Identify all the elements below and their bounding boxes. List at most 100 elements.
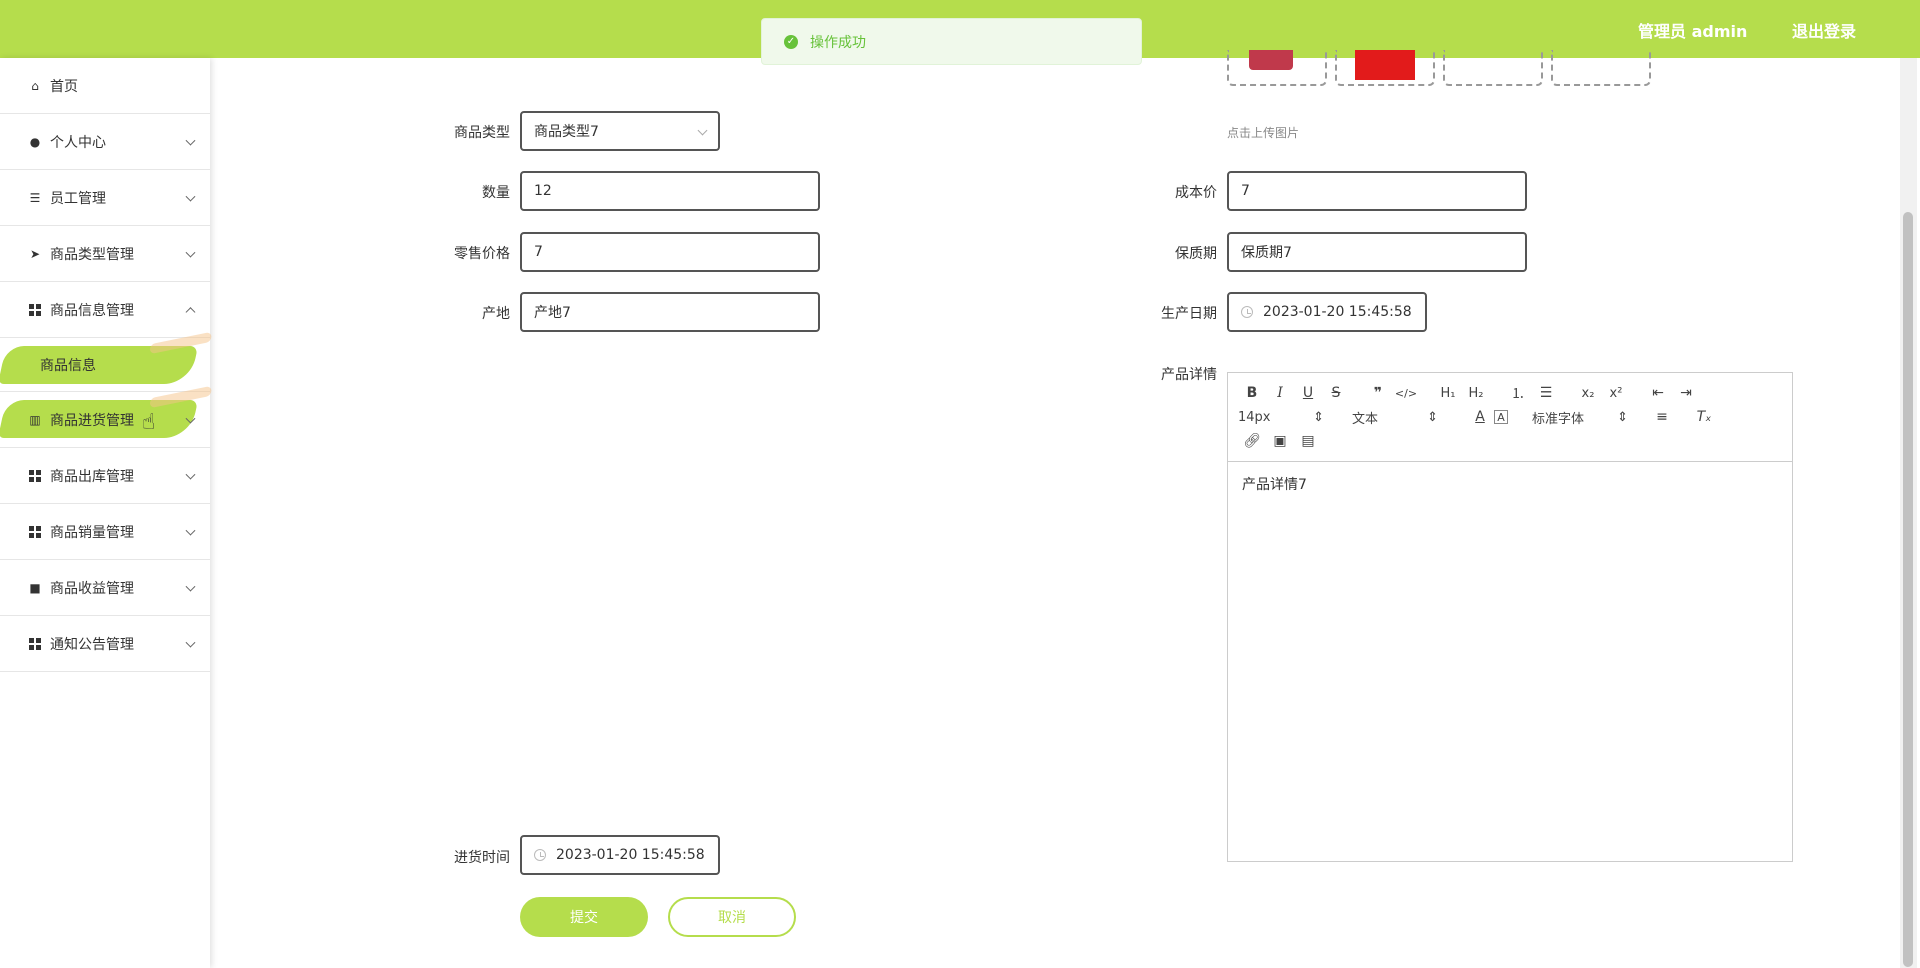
clear-format-icon[interactable]: Tₓ — [1690, 406, 1718, 428]
link-icon[interactable]: 🔗︎ — [1238, 430, 1266, 452]
origin-label: 产地 — [482, 306, 510, 322]
retail-price-input[interactable]: 7 — [520, 232, 820, 272]
background-color-icon[interactable]: A — [1494, 410, 1508, 424]
product-image-box — [1355, 50, 1415, 80]
clock-icon — [534, 849, 546, 861]
ordered-list-icon[interactable]: ⒈ — [1504, 382, 1532, 404]
shelf-life-input[interactable]: 保质期7 — [1227, 232, 1527, 272]
grid-icon — [28, 303, 42, 317]
production-date-picker[interactable]: 2023-01-20 15:45:58 — [1227, 292, 1427, 332]
bullet-list-icon[interactable]: ☰ — [1532, 382, 1560, 404]
product-image-chair — [1249, 50, 1293, 70]
sidebar-item-personal-center[interactable]: ● 个人中心 — [0, 114, 210, 170]
shelf-life-value: 保质期7 — [1241, 245, 1292, 261]
uploaded-image-4[interactable] — [1551, 50, 1651, 86]
origin-input[interactable]: 产地7 — [520, 292, 820, 332]
chevron-down-icon — [185, 581, 196, 592]
font-family-value: 标准字体 — [1532, 411, 1585, 427]
sidebar-item-notice[interactable]: 通知公告管理 — [0, 616, 210, 672]
sidebar-item-home[interactable]: ⌂ 首页 — [0, 58, 210, 114]
editor-toolbar: B I U S ❞ </> H₁ H₂ ⒈ ☰ x₂ x² ⇤ ⇥ 14px ⇕ … — [1228, 373, 1792, 462]
blockquote-icon[interactable]: ❞ — [1364, 382, 1392, 404]
sidebar-item-label: 商品进货管理 — [50, 412, 134, 429]
product-type-label: 商品类型 — [454, 125, 510, 141]
building-icon: ▥ — [29, 412, 41, 427]
sidebar-item-product-info[interactable]: 商品信息管理 — [0, 282, 210, 338]
shelf-life-label: 保质期 — [1175, 246, 1217, 262]
sidebar-item-label: 商品信息 — [40, 357, 96, 374]
heading-2-icon[interactable]: H₂ — [1462, 382, 1490, 404]
submit-button[interactable]: 提交 — [520, 897, 648, 937]
heading-1-icon[interactable]: H₁ — [1434, 382, 1462, 404]
code-block-icon[interactable]: </> — [1392, 382, 1420, 404]
sidebar-item-label: 商品类型管理 — [50, 246, 134, 263]
retail-price-label: 零售价格 — [454, 246, 510, 262]
logout-link[interactable]: 退出登录 — [1792, 18, 1856, 42]
production-date-label: 生产日期 — [1161, 306, 1217, 322]
detail-value: 产品详情7 — [1242, 477, 1307, 493]
purchase-time-label: 进货时间 — [454, 850, 510, 866]
retail-price-value: 7 — [534, 244, 543, 260]
home-icon: ⌂ — [31, 78, 39, 93]
uploaded-image-1[interactable] — [1227, 50, 1327, 86]
align-icon[interactable]: ≡ — [1648, 406, 1676, 428]
chevron-down-icon — [185, 247, 196, 258]
production-date-value: 2023-01-20 15:45:58 — [1263, 304, 1412, 320]
sidebar-item-employee[interactable]: ☰ 员工管理 — [0, 170, 210, 226]
purchase-time-value: 2023-01-20 15:45:58 — [556, 847, 705, 863]
indent-icon[interactable]: ⇥ — [1672, 382, 1700, 404]
sidebar-item-revenue[interactable]: ■ 商品收益管理 — [0, 560, 210, 616]
updown-icon: ⇕ — [1427, 409, 1438, 425]
font-size-picker[interactable]: 14px ⇕ — [1238, 410, 1324, 425]
video-icon[interactable]: ▤ — [1294, 430, 1322, 452]
sidebar-subitem-product-info[interactable]: 商品信息 — [0, 338, 210, 392]
user-icon: ● — [29, 134, 41, 149]
updown-icon: ⇕ — [1313, 409, 1324, 425]
quantity-input[interactable]: 12 — [520, 171, 820, 211]
quantity-label: 数量 — [482, 185, 510, 201]
bold-icon[interactable]: B — [1238, 382, 1266, 404]
sidebar-item-label: 个人中心 — [50, 134, 106, 151]
sidebar-item-label: 商品出库管理 — [50, 468, 134, 485]
uploaded-image-2[interactable] — [1335, 50, 1435, 86]
font-family-picker[interactable]: 标准字体 ⇕ — [1532, 408, 1628, 427]
subscript-icon[interactable]: x₂ — [1574, 382, 1602, 404]
list-icon: ☰ — [29, 190, 41, 205]
cancel-button[interactable]: 取消 — [668, 897, 796, 937]
briefcase-icon: ■ — [29, 580, 41, 595]
chevron-down-icon — [185, 191, 196, 202]
chevron-down-icon — [697, 125, 708, 136]
sidebar-item-label: 首页 — [50, 78, 78, 95]
sidebar-item-label: 商品信息管理 — [50, 302, 134, 319]
purchase-time-picker[interactable]: 2023-01-20 15:45:58 — [520, 835, 720, 875]
strike-icon[interactable]: S — [1322, 382, 1350, 404]
grid-icon — [28, 469, 42, 483]
sidebar-item-purchase[interactable]: ▥ 商品进货管理 — [0, 392, 210, 448]
sidebar-item-outbound[interactable]: 商品出库管理 — [0, 448, 210, 504]
upload-hint[interactable]: 点击上传图片 — [1227, 124, 1299, 141]
active-highlight — [0, 346, 199, 384]
text-style-value: 文本 — [1352, 411, 1379, 427]
editor-content[interactable]: 产品详情7 — [1228, 462, 1792, 506]
chevron-down-icon — [185, 469, 196, 480]
chevron-up-icon — [185, 306, 196, 317]
sidebar-item-sales[interactable]: 商品销量管理 — [0, 504, 210, 560]
superscript-icon[interactable]: x² — [1602, 382, 1630, 404]
hand-cursor-icon: ☝ — [142, 410, 156, 435]
outdent-icon[interactable]: ⇤ — [1644, 382, 1672, 404]
font-color-icon[interactable]: A — [1466, 406, 1494, 428]
image-icon[interactable]: ▣ — [1266, 430, 1294, 452]
cost-price-input[interactable]: 7 — [1227, 171, 1527, 211]
quantity-value: 12 — [534, 183, 552, 199]
uploaded-image-3[interactable] — [1443, 50, 1543, 86]
rich-text-editor[interactable]: B I U S ❞ </> H₁ H₂ ⒈ ☰ x₂ x² ⇤ ⇥ 14px ⇕ … — [1227, 372, 1793, 862]
detail-label: 产品详情 — [1161, 367, 1217, 383]
text-style-picker[interactable]: 文本 ⇕ — [1352, 408, 1438, 427]
scrollbar-thumb[interactable] — [1903, 212, 1913, 967]
origin-value: 产地7 — [534, 305, 571, 321]
underline-icon[interactable]: U — [1294, 382, 1322, 404]
sidebar-item-product-type[interactable]: ➤ 商品类型管理 — [0, 226, 210, 282]
italic-icon[interactable]: I — [1266, 382, 1294, 404]
product-type-select[interactable]: 商品类型7 — [520, 111, 720, 151]
font-size-value: 14px — [1238, 409, 1271, 425]
